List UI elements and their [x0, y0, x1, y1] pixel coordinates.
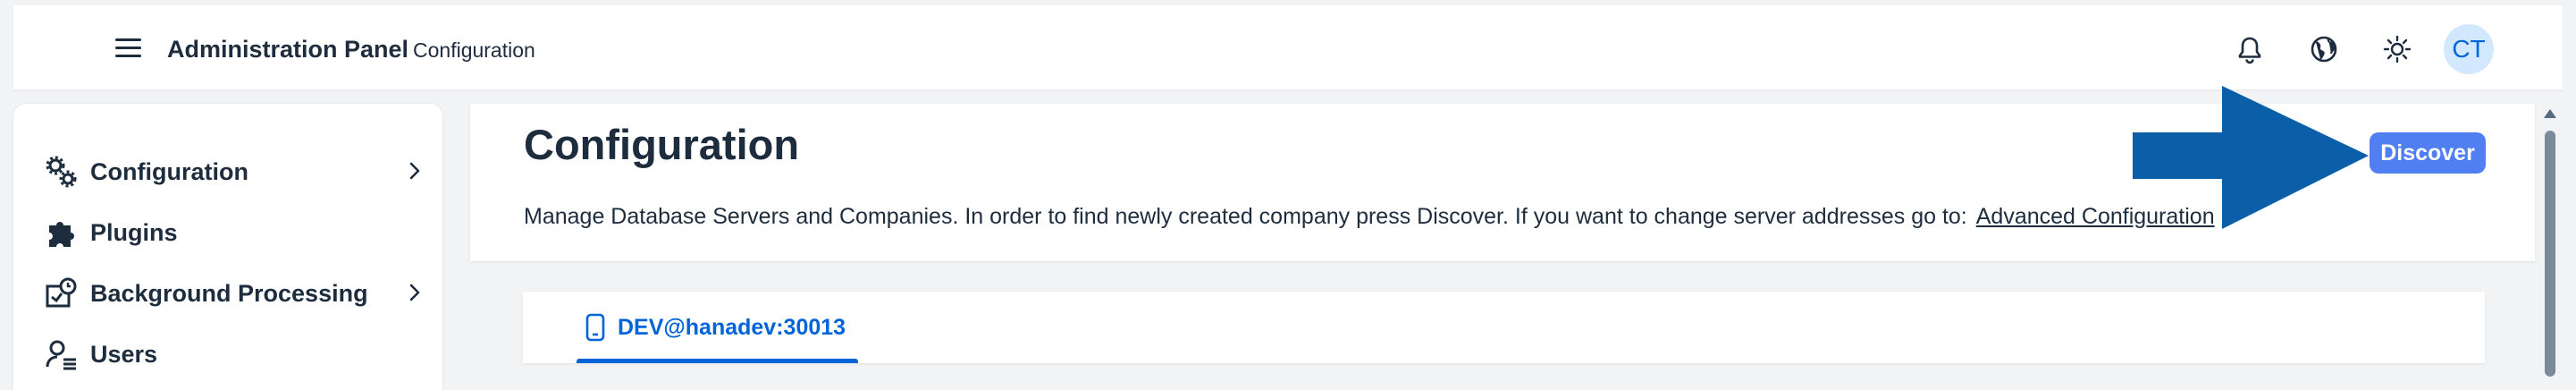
discover-button[interactable]: Discover: [2370, 132, 2486, 174]
chevron-right-icon: [409, 284, 420, 301]
sidebar-item-label: Users: [90, 340, 158, 368]
sidebar-item-label: Configuration: [90, 157, 248, 185]
tab-selected-indicator: [577, 359, 858, 363]
tab-label: DEV@hanadev:30013: [618, 314, 846, 340]
page-description-text: Manage Database Servers and Companies. I…: [524, 204, 1967, 229]
annotation-arrow: [2133, 86, 2369, 229]
sidebar-item-plugins[interactable]: Plugins: [44, 213, 428, 252]
page-title: Configuration: [524, 121, 800, 168]
scrollbar-thumb[interactable]: [2545, 131, 2555, 377]
app-title: Administration Panel: [167, 36, 409, 63]
side-navigation: Configuration Plugins Background Process…: [13, 104, 442, 390]
globe-icon[interactable]: [2303, 29, 2344, 70]
app-subtitle: Configuration: [413, 38, 535, 62]
page-description: Manage Database Servers and Companies. I…: [524, 204, 2215, 230]
sidebar-item-configuration[interactable]: Configuration: [44, 152, 428, 191]
sidebar-item-background-processing[interactable]: Background Processing: [44, 274, 428, 313]
gears-icon: [44, 154, 80, 190]
notifications-icon[interactable]: [2229, 29, 2270, 70]
sidebar-item-label: Background Processing: [90, 279, 368, 307]
users-icon: [44, 336, 80, 372]
tab-dev-hanadev[interactable]: DEV@hanadev:30013: [577, 292, 871, 363]
process-clock-icon: [44, 276, 80, 311]
scroll-up-icon[interactable]: [2544, 109, 2556, 118]
sidebar-item-users[interactable]: Users: [44, 335, 428, 374]
puzzle-icon: [44, 215, 80, 250]
tab-bar: DEV@hanadev:30013: [523, 292, 2485, 363]
shell-bar: Administration Panel Configuration CT: [13, 5, 2563, 89]
vertical-scrollbar[interactable]: [2541, 104, 2559, 377]
user-avatar[interactable]: CT: [2444, 24, 2494, 74]
device-icon: [585, 313, 605, 342]
chevron-right-icon: [409, 162, 420, 180]
hamburger-menu-icon[interactable]: [107, 30, 147, 69]
theme-sun-icon[interactable]: [2377, 29, 2418, 70]
sidebar-item-label: Plugins: [90, 218, 178, 246]
